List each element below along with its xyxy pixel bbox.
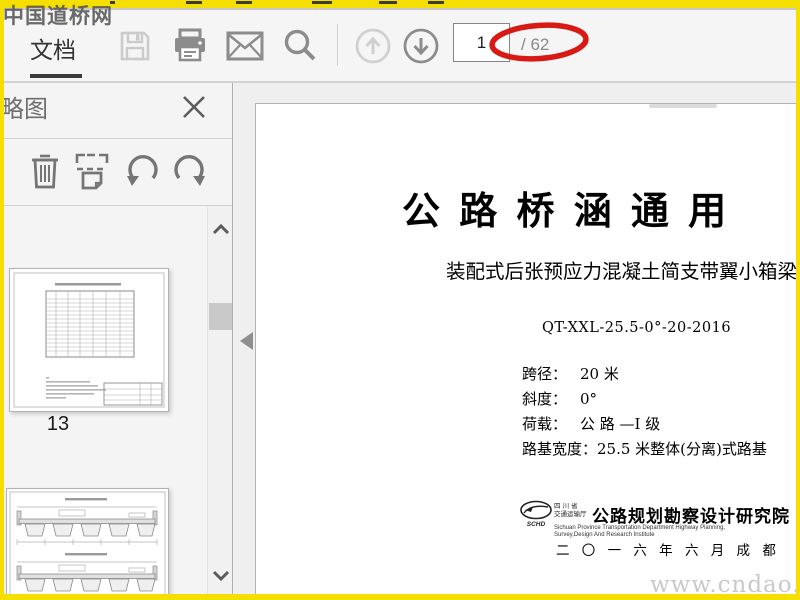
previous-page-button[interactable] (353, 26, 393, 66)
scroll-up-button[interactable] (208, 219, 232, 239)
mail-button[interactable] (225, 26, 265, 66)
chevron-down-icon (212, 570, 230, 582)
rotate-cw-button[interactable] (168, 149, 210, 193)
bridge-logo-icon: SCHD (520, 500, 552, 528)
publication-date-city: 二 〇 一 六 年 六 月 成 都 (556, 543, 780, 559)
mail-icon (226, 31, 264, 61)
scan-artifact (312, 1, 332, 4)
spec-row: 路基宽度：25.5 米整体(分离)式路基 (522, 440, 767, 458)
toolbar-divider (337, 24, 338, 66)
thumbnail-page-next[interactable] (6, 488, 169, 594)
tab-active-underline (30, 74, 82, 78)
close-icon (183, 96, 205, 118)
scan-artifact (379, 1, 397, 4)
svg-text:SCHD: SCHD (527, 521, 546, 528)
scrollbar-thumb[interactable] (209, 303, 232, 330)
scan-artifact (428, 1, 444, 4)
chevron-up-icon (212, 223, 230, 235)
search-icon (284, 29, 316, 61)
pdf-viewer-window: 文档 1 / 62 略图 13 公 路 桥 涵 通 用 装配式后张预应力混凝土简… (4, 8, 796, 594)
thumbnail-panel: 略图 13 (4, 83, 233, 594)
scan-smudge (649, 104, 717, 108)
thumbnail-page-13[interactable] (9, 268, 169, 412)
panel-divider (4, 138, 232, 139)
scroll-down-button[interactable] (208, 566, 232, 586)
save-icon (120, 31, 150, 61)
print-button[interactable] (170, 26, 210, 66)
department-name-small: 四 川 省 交通运输厅 (554, 502, 587, 518)
extract-page-icon (75, 153, 109, 190)
thumbnail-drawing (9, 491, 166, 594)
site-watermark-page: www.cndao.com (650, 572, 796, 594)
document-viewer[interactable]: 公 路 桥 涵 通 用 装配式后张预应力混凝土简支带翼小箱梁 QT-XXL-25… (234, 83, 796, 594)
institute-name-en: Sichuan Province Transportation Departme… (554, 525, 726, 538)
print-icon (175, 28, 205, 62)
tab-document[interactable]: 文档 (30, 31, 76, 65)
document-title: 公 路 桥 涵 通 用 (402, 188, 727, 233)
delete-page-button[interactable] (24, 149, 66, 193)
panel-divider (4, 205, 232, 206)
scan-artifact (186, 1, 202, 4)
next-page-button[interactable] (401, 26, 441, 66)
extract-page-button[interactable] (72, 149, 114, 193)
scan-artifact (236, 1, 252, 4)
panel-close-button[interactable] (178, 91, 210, 123)
page-number-input[interactable]: 1 (453, 23, 510, 62)
thumbnail-page-number: 13 (46, 413, 70, 435)
delete-icon (32, 154, 58, 189)
institute-logo: SCHD (518, 500, 554, 532)
rotate-ccw-button[interactable] (122, 149, 164, 193)
page-total-label: / 62 (521, 35, 550, 54)
institute-name-cn: 公路规划勘察设计研究院 (592, 507, 790, 527)
document-subtitle: 装配式后张预应力混凝土简支带翼小箱梁 (446, 260, 796, 283)
thumbnail-drawing (13, 272, 165, 408)
spec-row: 跨径： 20 米 (522, 365, 619, 383)
collapse-sidebar-arrow-icon[interactable] (240, 332, 253, 350)
spec-row: 荷载：公 路 —Ⅰ 级 (522, 415, 661, 433)
rotate-cw-icon (174, 155, 205, 186)
save-button[interactable] (115, 26, 155, 66)
spec-row: 斜度： 0° (522, 390, 598, 408)
document-code: QT-XXL-25.5-0°-20-2016 (542, 320, 732, 336)
pdf-page-canvas[interactable]: 公 路 桥 涵 通 用 装配式后张预应力混凝土简支带翼小箱梁 QT-XXL-25… (255, 103, 796, 594)
search-button[interactable] (280, 26, 320, 66)
spec-list: 跨径： 20 米 斜度： 0° 荷载：公 路 —Ⅰ 级 路基宽度：25.5 米整体(… (522, 362, 767, 462)
panel-title: 略图 (4, 96, 48, 123)
page-down-icon (403, 28, 439, 64)
toolbar: 文档 1 / 62 (4, 10, 796, 83)
thumbnail-scrollbar[interactable] (207, 207, 232, 594)
page-up-icon (355, 28, 391, 64)
site-watermark-top: 中国道桥网 (3, 3, 113, 28)
rotate-ccw-icon (127, 155, 158, 186)
